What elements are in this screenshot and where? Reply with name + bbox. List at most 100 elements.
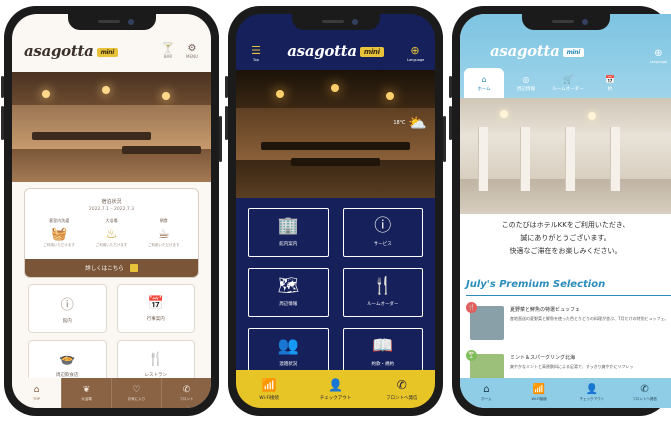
app-header: ☰ Top asagotta mini ⊕ Language [236,30,435,70]
cocktail-icon: 🍸 [466,350,477,361]
map-pin-icon: ◎ [522,74,530,84]
language-button[interactable]: ⊕ Language [650,41,667,64]
phone-screen: ☰ Top asagotta mini ⊕ Language 18℃ ⛅ 🏢 館内案内 … [236,14,435,408]
people-icon: 👥 [277,336,299,356]
cocktail-icon[interactable]: 🍸 BAR [161,43,175,59]
arrow-icon [129,264,138,272]
promo-description: 爽やかなミントと高原飲料による足湯で、すっきり爽やかにリフレッ [510,364,634,369]
laundry-status: 客室内洗濯 🧺 ご利用いただけます [37,218,81,248]
home-icon: ⌂ [33,385,40,395]
calendar-icon: 📅 [605,74,615,84]
phone-mockup-blue: asagotta mini ⊕ Language ⌂ ホーム ◎ 周辺情報 🛒 ルームオー… [449,6,671,416]
tab-reservation[interactable]: 📅 約 [590,68,630,98]
book-icon: 📖 [372,336,394,356]
coffee-icon: ☕ [157,227,170,242]
map-pin-icon: 🗺 [277,276,300,296]
volume-button [1,76,4,98]
language-button[interactable]: ⊕ Language [407,39,424,62]
mini-badge: mini [562,47,584,57]
nav-top[interactable]: ⌂ TOP [12,378,61,408]
spa-icon: ❦ [82,384,91,395]
notch [291,14,380,30]
notch [67,14,156,30]
nav-call-front[interactable]: ✆ フロントへ発信 [369,370,435,408]
hot-spring-icon: ♨ [105,227,118,242]
nav-wifi[interactable]: 📶 Wi-Fi接続 [513,378,566,408]
hotel-lobby-photo [12,72,211,182]
bottom-nav: ⌂ TOP ❦ 大浴場 ♡ お気に入り ✆ フロント [12,378,211,408]
tile-facility-info[interactable]: ⓘ 館内 [28,284,107,333]
notch [521,14,610,30]
bottom-nav: ⌂ ホーム 📶 Wi-Fi接続 👤 チェックアウト ✆ フロントへ発信 [460,378,671,408]
home-icon: ⌂ [481,74,487,84]
checkout-icon: 👤 [328,377,343,392]
nav-home[interactable]: ⌂ ホーム [460,378,513,408]
divider [466,295,671,296]
nav-favorites[interactable]: ♡ お気に入り [111,378,161,408]
tab-nearby[interactable]: ◎ 周辺情報 [506,68,546,98]
hotel-lobby-photo [236,70,435,198]
cart-icon: 🛒 [563,74,573,84]
volume-button [225,106,228,140]
settings-icon[interactable]: ⚙ MENU [185,43,199,59]
nav-call-front[interactable]: ✆ フロントへ発信 [618,378,671,408]
promo-title: 夏野菜と鮮魚の特選ビュッフェ [510,307,581,313]
app-logo[interactable]: asagotta mini [490,42,584,60]
welcome-message: このたびはホテルKKをご利用いただき、 誠にありがとうございます。 快適なご滞在… [501,221,630,255]
promo-card[interactable]: 🍴 夏野菜と鮮魚の特選ビュッフェ 産地直送の夏野菜と鮮魚を使った色とりどりの料理… [466,302,671,346]
partly-cloudy-icon: ⛅ [408,114,427,132]
promo-title: ミント＆スパークリング北海 [510,355,576,361]
tile-services[interactable]: ⓘ サービス [342,208,423,257]
temperature: 18℃ [393,120,406,126]
premium-selection-heading: July's Premium Selection [466,279,606,290]
volume-button [449,106,452,140]
volume-button [1,106,4,140]
tile-room-order[interactable]: 🍴 ルームオーダー [342,268,423,317]
nav-checkout[interactable]: 👤 チェックアウト [302,370,368,408]
dish-icon: 🍲 [59,351,76,367]
tile-facility-guide[interactable]: 🏢 館内案内 [248,208,329,257]
fork-knife-icon: 🍴 [466,302,477,313]
wifi-icon: 📶 [532,384,546,395]
wifi-icon: 📶 [261,377,277,392]
volume-button [449,76,452,98]
phone-screen: asagotta mini ⊕ Language ⌂ ホーム ◎ 周辺情報 🛒 ルームオー… [460,14,671,408]
breakfast-status: 朝食 ☕ ご利用いただけます [142,218,186,248]
details-button[interactable]: 詳しくはこちら [25,259,198,277]
globe-icon: ⊕ [654,48,663,59]
restaurant-icon: 🍴 [147,351,164,367]
app-logo[interactable]: asagotta mini [24,42,118,60]
buffet-thumbnail: 🍴 [466,302,504,340]
calendar-icon: 📅 [147,295,164,311]
nav-wifi[interactable]: 📶 Wi-Fi接続 [236,370,302,408]
promo-description: 産地直送の夏野菜と鮮魚を使った色とりどりの料理が並ぶ、7月だけの特別ビュッフェ。 [510,316,669,321]
mini-badge: mini [359,46,384,57]
fork-knife-icon: 🍴 [372,276,394,296]
globe-icon: ⊕ [410,43,420,57]
checkout-icon: 👤 [585,384,599,395]
heart-icon: ♡ [132,384,141,395]
card-title: 宿泊状況 [101,199,122,205]
power-button [443,116,446,162]
tile-nearby-info[interactable]: 🗺 周辺情報 [248,268,329,317]
tab-home[interactable]: ⌂ ホーム [464,68,504,98]
nav-front-desk[interactable]: ✆ フロント [161,378,211,408]
home-icon: ⌂ [483,384,490,395]
nav-checkout[interactable]: 👤 チェックアウト [566,378,619,408]
top-menu-button[interactable]: ☰ Top [248,39,264,62]
tab-room-order[interactable]: 🛒 ルームオーダー [548,68,588,98]
phone-mockup-navy: ☰ Top asagotta mini ⊕ Language 18℃ ⛅ 🏢 館内案内 … [225,6,446,416]
hotel-lobby-photo [460,98,671,214]
app-logo[interactable]: asagotta mini [287,42,384,60]
nav-bath[interactable]: ❦ 大浴場 [61,378,111,408]
tile-events[interactable]: 📅 行事案内 [116,284,195,333]
volume-button [225,76,228,98]
card-date: 2022.7.1 – 2022.7.3 [88,207,135,212]
bath-status: 大浴場 ♨ ご利用いただけます [89,218,133,248]
stay-status-card: 宿泊状況 2022.7.1 – 2022.7.3 客室内洗濯 🧺 ご利用いただけ… [24,188,199,278]
laundry-icon: 🧺 [51,227,68,242]
info-icon: ⓘ [60,297,74,313]
weather-widget: 18℃ ⛅ [393,114,427,132]
mini-badge: mini [96,47,118,57]
top-menu-icon: ☰ [251,43,261,57]
